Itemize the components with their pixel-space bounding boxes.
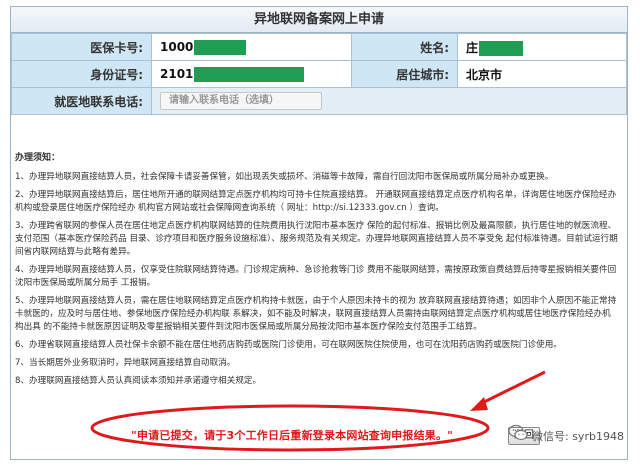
- redaction-mark: [479, 40, 524, 56]
- page-title: 异地联网备案网上申请: [11, 7, 627, 33]
- instruction-item: 6、办理省联网直接结算人员社保卡余额不能在居住地药店购药或医院门诊使用，可在联网…: [15, 340, 562, 350]
- filing-application-panel: 异地联网备案网上申请 医保卡号: 1000 姓名: 庄 身份证号: 2101 居…: [10, 6, 628, 460]
- insurance-card-label: 医保卡号:: [11, 33, 152, 61]
- redaction-mark: [194, 39, 247, 55]
- instructions-section: 办理须知： 1、办理异地联网直接结算人员，社会保障卡请妥善保管，如出现丢失或损坏…: [11, 146, 627, 459]
- instructions-heading: 办理须知：: [15, 153, 61, 163]
- id-value: 2101: [160, 66, 194, 81]
- phone-input[interactable]: 请输入联系电话（选填）: [160, 92, 322, 110]
- instruction-item: 4、办理异地联网直接结算人员，仅享受住院联网结算待遇。门诊规定病种、急诊抢救等门…: [15, 265, 617, 288]
- redaction-mark: [194, 66, 305, 82]
- instruction-item: 7、当长期居外业务取消时，异地联网直接结算自动取消。: [15, 358, 236, 368]
- phone-label: 就医地联系电话:: [11, 87, 152, 115]
- id-field: 2101: [151, 60, 352, 88]
- insurance-card-value: 1000: [160, 39, 194, 54]
- instruction-item: 5、办理异地联网直接结算人员，需在居住地联网结算定点医疗机构持卡就医，由于个人原…: [15, 296, 617, 332]
- name-field: 庄: [457, 33, 627, 61]
- name-label: 姓名:: [351, 33, 458, 61]
- city-label: 居住城市:: [351, 60, 458, 88]
- instruction-item: 8、办理联网直接结算人员认真阅读本须知并承诺遵守相关规定。: [15, 376, 262, 386]
- name-value: 庄: [466, 40, 479, 55]
- instruction-item: 1、办理异地联网直接结算人员，社会保障卡请妥善保管，如出现丢失或损坏、消磁等卡故…: [15, 172, 554, 182]
- insurance-card-field: 1000: [151, 33, 352, 61]
- instruction-item: 3、办理跨省联网的参保人员在居住地定点医疗机构联网结算的住院费用执行沈阳市基本医…: [15, 221, 618, 257]
- submission-message: "申请已提交，请于3个工作日后重新登录本网站查询申报结果。": [131, 429, 454, 442]
- watermark-text: 微信号: syrb1948: [532, 430, 624, 443]
- wechat-icon: [508, 424, 528, 441]
- phone-field-cell: 请输入联系电话（选填）: [151, 87, 627, 115]
- applicant-form: 医保卡号: 1000 姓名: 庄 身份证号: 2101 居住城市: 北京市 就医…: [11, 33, 627, 115]
- instruction-item: 2、办理异地联网直接结算后，居住地所开通的联网结算定点医疗机构均可持卡住院直接结…: [15, 190, 617, 213]
- city-value: 北京市: [457, 60, 627, 88]
- id-label: 身份证号:: [11, 60, 152, 88]
